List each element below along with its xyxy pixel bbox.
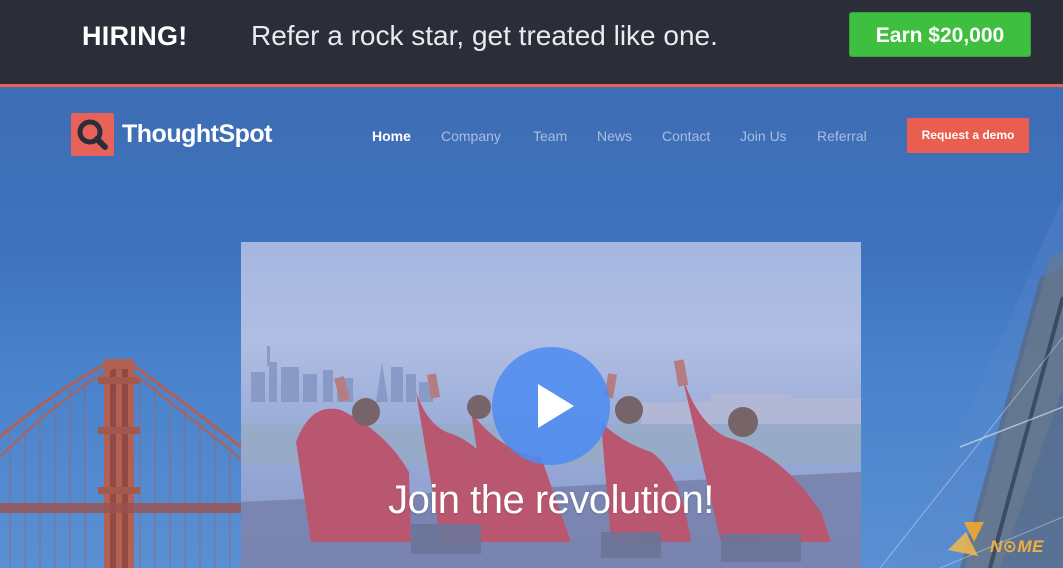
play-icon[interactable]: [492, 347, 610, 465]
nav-item-company[interactable]: Company: [441, 128, 501, 144]
request-demo-button[interactable]: Request a demo: [907, 118, 1029, 153]
magnifier-logo-icon: [71, 113, 114, 156]
video-player[interactable]: Join the revolution!: [241, 242, 861, 568]
nav-item-referral[interactable]: Referral: [817, 128, 867, 144]
watermark-text: N⊙ME: [990, 537, 1045, 556]
brand-name: ThoughtSpot: [122, 120, 273, 148]
nav-item-news[interactable]: News: [597, 128, 632, 144]
hiring-tagline: Refer a rock star, get treated like one.: [251, 20, 718, 51]
nav-item-contact[interactable]: Contact: [662, 128, 710, 144]
thoughtspot-logo[interactable]: ThoughtSpot: [71, 113, 273, 156]
earn-referral-button[interactable]: Earn $20,000: [849, 12, 1031, 57]
hiring-banner: HIRING! Refer a rock star, get treated l…: [0, 0, 1063, 84]
nav-item-home[interactable]: Home: [372, 128, 411, 144]
video-caption: Join the revolution!: [388, 478, 714, 522]
nav-item-join-us[interactable]: Join Us: [740, 128, 787, 144]
nav-item-team[interactable]: Team: [533, 128, 567, 144]
hiring-label: HIRING!: [82, 21, 188, 51]
